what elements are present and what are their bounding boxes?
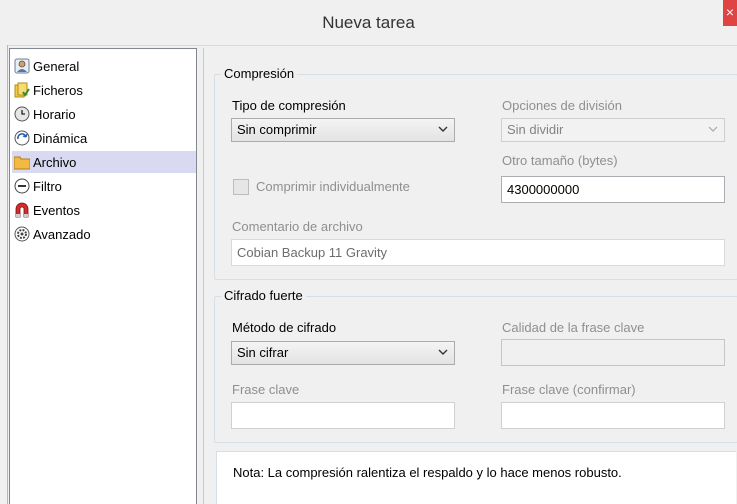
other-size-input[interactable]: 4300000000	[501, 176, 725, 203]
sidebar-item-dinamica[interactable]: Dinámica	[12, 127, 196, 149]
chevron-down-icon	[438, 349, 448, 355]
sidebar: General Ficheros Horario Dinámica Archiv…	[9, 48, 197, 504]
sidebar-item-avanzado[interactable]: Avanzado	[12, 223, 196, 245]
sidebar-item-general[interactable]: General	[12, 55, 196, 77]
sidebar-item-label: Eventos	[33, 202, 80, 218]
passphrase-quality-meter	[501, 339, 725, 366]
close-button[interactable]: ×	[723, 0, 737, 26]
encryption-method-select[interactable]: Sin cifrar	[231, 341, 455, 365]
compress-individually-label: Comprimir individualmente	[256, 179, 410, 194]
split-options-value: Sin dividir	[507, 122, 564, 137]
dynamic-icon	[14, 130, 30, 146]
folder-icon	[13, 154, 31, 170]
sidebar-item-filtro[interactable]: Filtro	[12, 175, 196, 197]
sidebar-item-label: Avanzado	[33, 226, 91, 242]
passphrase-input[interactable]	[231, 402, 455, 429]
user-icon	[14, 58, 30, 74]
clock-icon	[14, 106, 30, 122]
title-bar: Nueva tarea ×	[0, 0, 737, 46]
other-size-label: Otro tamaño (bytes)	[502, 153, 618, 168]
compression-type-label: Tipo de compresión	[232, 98, 346, 113]
note-panel: Nota: La compresión ralentiza el respald…	[216, 451, 736, 504]
filter-icon	[14, 178, 30, 194]
encryption-method-value: Sin cifrar	[237, 345, 289, 360]
chevron-down-icon	[438, 126, 448, 132]
passphrase-confirm-label: Frase clave (confirmar)	[502, 382, 636, 397]
window-frame-left	[0, 45, 8, 504]
compression-type-select[interactable]: Sin comprimir	[231, 118, 455, 142]
archive-comment-input[interactable]: Cobian Backup 11 Gravity	[231, 239, 725, 266]
sidebar-item-archivo[interactable]: Archivo	[12, 151, 196, 173]
other-size-value: 4300000000	[507, 182, 580, 197]
sidebar-item-ficheros[interactable]: Ficheros	[12, 79, 196, 101]
split-options-label: Opciones de división	[502, 98, 622, 113]
passphrase-quality-label: Calidad de la frase clave	[502, 320, 645, 335]
encryption-group-title: Cifrado fuerte	[221, 288, 306, 303]
compress-individually-checkbox[interactable]	[233, 179, 249, 195]
passphrase-confirm-input[interactable]	[501, 402, 725, 429]
split-options-select[interactable]: Sin dividir	[501, 118, 725, 142]
sidebar-item-eventos[interactable]: Eventos	[12, 199, 196, 221]
sidebar-item-label: Horario	[33, 106, 76, 122]
magnet-icon	[14, 202, 30, 218]
compression-group-title: Compresión	[221, 66, 298, 81]
note-text: Nota: La compresión ralentiza el respald…	[233, 465, 622, 480]
archive-comment-value: Cobian Backup 11 Gravity	[237, 245, 388, 260]
passphrase-label: Frase clave	[232, 382, 300, 397]
sidebar-item-label: Dinámica	[33, 130, 88, 146]
files-icon	[14, 82, 30, 98]
gear-icon	[14, 226, 30, 242]
compression-type-value: Sin comprimir	[237, 122, 317, 137]
encryption-method-label: Método de cifrado	[232, 320, 337, 335]
sidebar-item-label: Ficheros	[33, 82, 83, 98]
close-icon: ×	[725, 4, 735, 20]
window-title: Nueva tarea	[322, 13, 415, 32]
sidebar-item-label: General	[33, 58, 80, 74]
archive-comment-label: Comentario de archivo	[232, 219, 363, 234]
sidebar-item-label: Filtro	[33, 178, 62, 194]
chevron-down-icon	[708, 126, 718, 132]
main-panel: Compresión Tipo de compresión Sin compri…	[203, 48, 737, 504]
sidebar-item-horario[interactable]: Horario	[12, 103, 196, 125]
sidebar-item-label: Archivo	[33, 154, 77, 170]
